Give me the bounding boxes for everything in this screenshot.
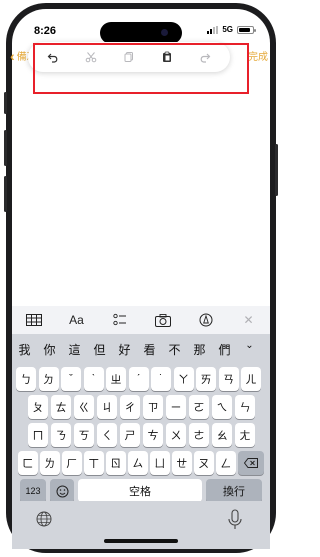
key-ㄨ[interactable]: ㄨ: [166, 423, 186, 447]
key-ㄢ[interactable]: ㄢ: [218, 367, 239, 391]
emoji-icon: [56, 485, 68, 497]
keyboard-accessory-toolbar: Aa ✕: [12, 306, 270, 334]
key-ㄕ[interactable]: ㄕ: [120, 423, 140, 447]
network-label: 5G: [222, 25, 233, 34]
signal-icon: [207, 25, 219, 34]
key-ㄛ[interactable]: ㄛ: [189, 395, 209, 419]
backspace-icon: [244, 458, 258, 468]
table-icon[interactable]: [20, 309, 48, 331]
side-button-action: [4, 92, 7, 114]
camera-icon[interactable]: [149, 309, 177, 331]
key-ㄚ[interactable]: ㄚ: [173, 367, 194, 391]
candidate-item[interactable]: 們: [212, 341, 237, 358]
candidate-bar: 我你這但好看不那們 ⌄: [12, 334, 270, 364]
candidate-item[interactable]: 那: [187, 341, 212, 358]
key-ㄋ[interactable]: ㄋ: [51, 423, 71, 447]
key-ㄝ[interactable]: ㄝ: [172, 451, 192, 475]
candidate-item[interactable]: 好: [112, 341, 137, 358]
key-ㄦ[interactable]: ㄦ: [241, 367, 261, 391]
key-ㄙ[interactable]: ㄙ: [128, 451, 148, 475]
delete-key[interactable]: [238, 451, 264, 475]
key-ˇ[interactable]: ˇ: [61, 367, 81, 391]
side-button-power: [275, 144, 278, 196]
keyboard-bottom-area: [12, 501, 270, 549]
key-ㄌ[interactable]: ㄌ: [40, 451, 60, 475]
status-time: 8:26: [34, 25, 57, 37]
key-ˋ[interactable]: ˋ: [83, 367, 104, 391]
key-ㄐ[interactable]: ㄐ: [97, 395, 117, 419]
home-indicator: [104, 539, 178, 543]
side-button-volume-down: [4, 176, 7, 212]
pen-icon[interactable]: [192, 309, 220, 331]
candidate-item[interactable]: 看: [137, 341, 162, 358]
candidate-item[interactable]: 你: [37, 341, 62, 358]
key-ㄉ[interactable]: ㄉ: [38, 367, 59, 391]
key-ㄏ[interactable]: ㄏ: [62, 451, 82, 475]
key-ㄊ[interactable]: ㄊ: [51, 395, 71, 419]
key-row-bottom: 123 空格 換行: [12, 479, 270, 503]
status-indicators: 5G: [207, 25, 256, 34]
key-ㄖ[interactable]: ㄖ: [106, 451, 126, 475]
key-ˊ[interactable]: ˊ: [128, 367, 149, 391]
globe-icon[interactable]: [36, 511, 52, 531]
key-ㄧ[interactable]: ㄧ: [166, 395, 186, 419]
battery-icon: [237, 25, 256, 34]
key-ㄑ[interactable]: ㄑ: [97, 423, 117, 447]
key-ㄍ[interactable]: ㄍ: [74, 395, 94, 419]
key-ㄘ[interactable]: ㄘ: [143, 423, 163, 447]
candidate-item[interactable]: 不: [162, 341, 187, 358]
key-ㄣ[interactable]: ㄣ: [235, 395, 255, 419]
key-ㄒ[interactable]: ㄒ: [84, 451, 104, 475]
key-ㄆ[interactable]: ㄆ: [28, 395, 48, 419]
return-key[interactable]: 換行: [206, 479, 262, 503]
candidate-item[interactable]: 但: [87, 341, 112, 358]
key-ㄎ[interactable]: ㄎ: [74, 423, 94, 447]
side-button-volume-up: [4, 130, 7, 166]
checklist-icon[interactable]: [106, 309, 134, 331]
dynamic-island: [100, 22, 182, 44]
key-ㄟ[interactable]: ㄟ: [212, 395, 232, 419]
microphone-icon[interactable]: [226, 509, 244, 531]
key-ㄅ[interactable]: ㄅ: [16, 367, 36, 391]
emoji-key[interactable]: [50, 479, 74, 503]
key-ㄜ[interactable]: ㄜ: [189, 423, 209, 447]
key-row-4: ㄈㄌㄏㄒㄖㄙㄩㄝㄡㄥ: [12, 451, 270, 475]
key-ㄗ[interactable]: ㄗ: [143, 395, 163, 419]
key-ㄓ[interactable]: ㄓ: [106, 367, 126, 391]
key-˙[interactable]: ˙: [151, 367, 171, 391]
key-row-2: ㄆㄊㄍㄐㄔㄗㄧㄛㄟㄣ: [12, 395, 270, 419]
key-ㄔ[interactable]: ㄔ: [120, 395, 140, 419]
numbers-key[interactable]: 123: [20, 479, 46, 503]
key-ㄠ[interactable]: ㄠ: [212, 423, 232, 447]
chevron-down-icon[interactable]: ⌄: [237, 340, 262, 351]
key-ㄈ[interactable]: ㄈ: [18, 451, 38, 475]
battery-level-fill: [239, 27, 251, 32]
space-key[interactable]: 空格: [78, 479, 202, 503]
key-row-1: ㄅㄉ ˇ ˋ ㄓ ˊ ˙ ㄚㄞㄢㄦ: [12, 367, 270, 391]
close-icon[interactable]: ✕: [235, 309, 263, 331]
key-ㄥ[interactable]: ㄥ: [216, 451, 236, 475]
highlight-annotation-box: [33, 43, 249, 94]
format-button[interactable]: Aa: [63, 309, 91, 331]
key-ㄡ[interactable]: ㄡ: [194, 451, 214, 475]
candidate-item[interactable]: 這: [62, 341, 87, 358]
key-ㄤ[interactable]: ㄤ: [235, 423, 255, 447]
key-ㄩ[interactable]: ㄩ: [150, 451, 170, 475]
candidate-item[interactable]: 我: [12, 341, 37, 358]
key-row-3: ㄇㄋㄎㄑㄕㄘㄨㄜㄠㄤ: [12, 423, 270, 447]
chevron-left-icon: ‹: [10, 47, 15, 64]
key-ㄇ[interactable]: ㄇ: [28, 423, 48, 447]
done-button[interactable]: 完成: [248, 48, 268, 63]
key-ㄞ[interactable]: ㄞ: [196, 367, 216, 391]
